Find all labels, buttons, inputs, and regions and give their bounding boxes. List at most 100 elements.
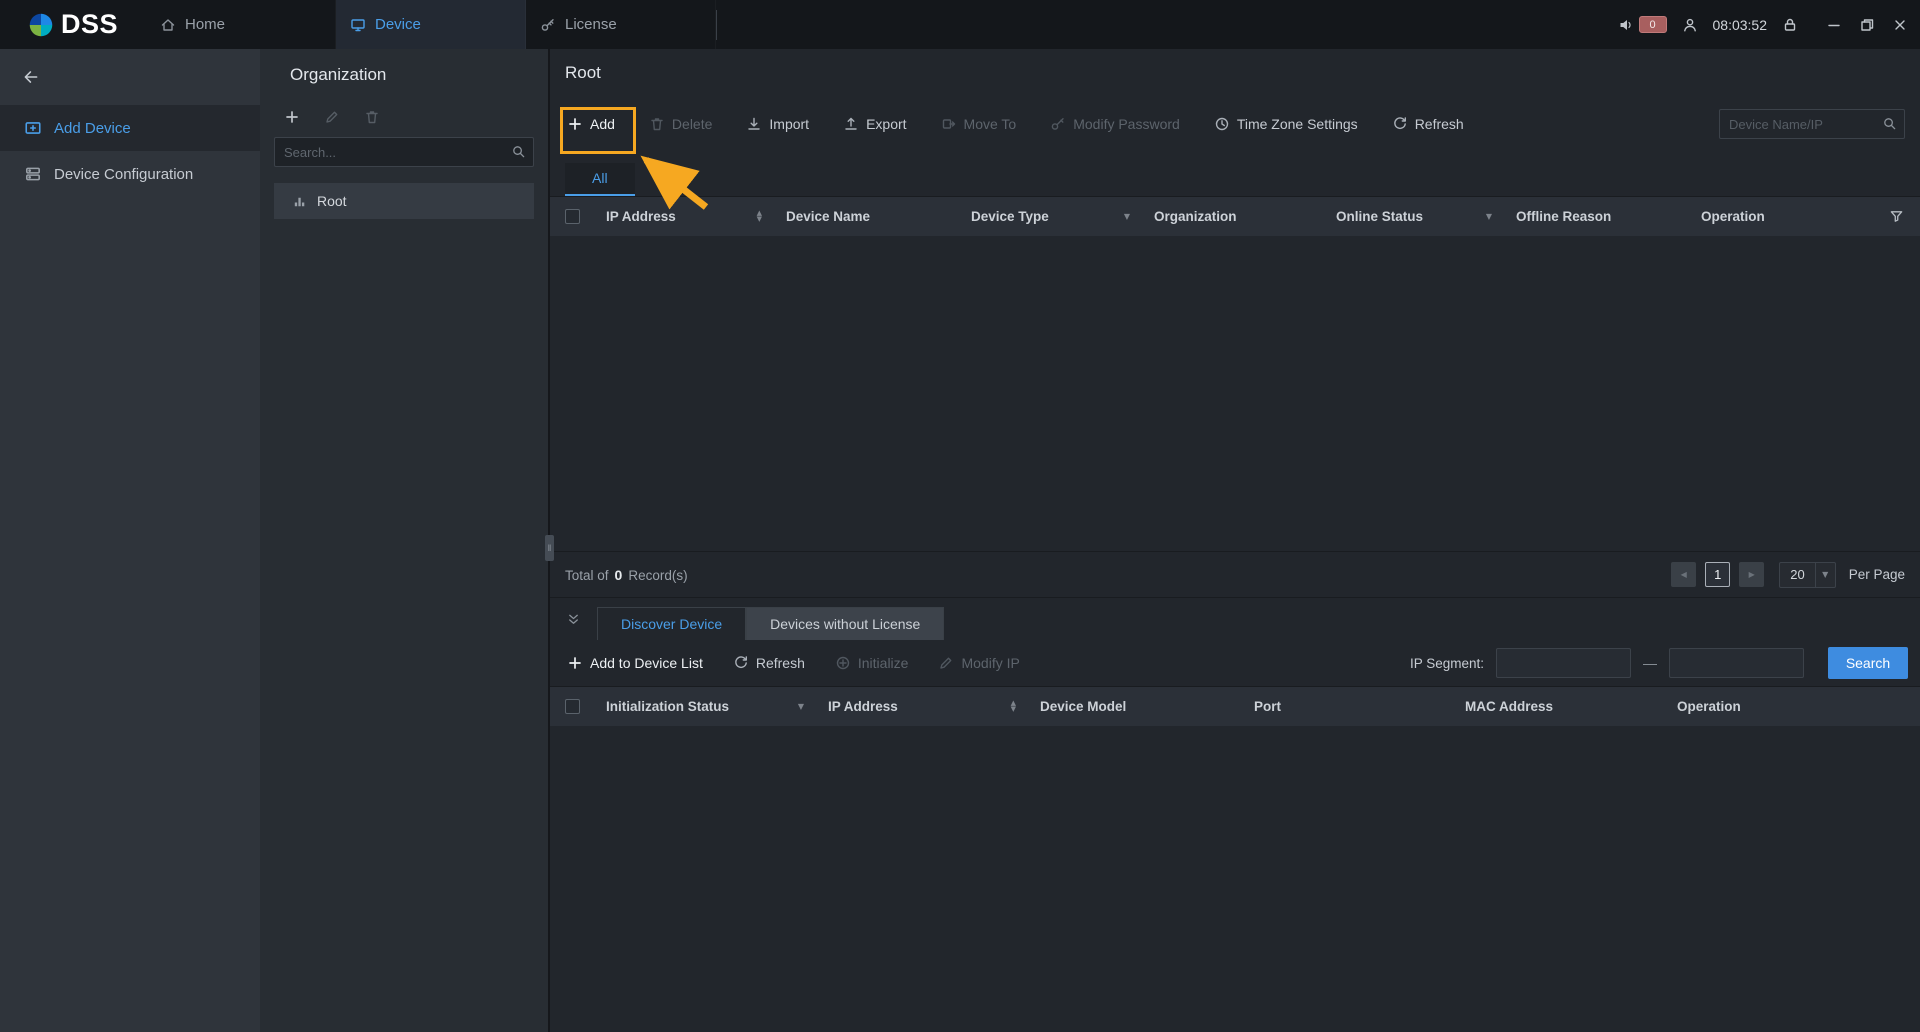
- record-count: Total of 0 Record(s): [565, 567, 688, 583]
- organization-panel: Organization: [260, 49, 550, 1032]
- ip-range-separator: —: [1643, 655, 1657, 671]
- export-button[interactable]: Export: [843, 116, 906, 132]
- next-page-button[interactable]: ▶: [1739, 562, 1764, 587]
- time-zone-settings-button[interactable]: Time Zone Settings: [1214, 116, 1358, 132]
- ip-segment-end-input[interactable]: [1669, 648, 1804, 678]
- ip-segment-start-input[interactable]: [1496, 648, 1631, 678]
- filter-icon[interactable]: [1889, 209, 1904, 224]
- tab-license[interactable]: License: [526, 0, 716, 49]
- discover-table-header: Initialization Status ▼ IP Address ▲▼ De…: [550, 686, 1920, 726]
- collapse-panel-icon[interactable]: [566, 612, 581, 627]
- delete-organization-icon[interactable]: [364, 109, 380, 125]
- add-button[interactable]: Add: [567, 116, 615, 132]
- column-device-name: Device Name: [774, 197, 959, 236]
- total-count: 0: [615, 567, 623, 583]
- ip-segment-group: IP Segment: — Search: [1410, 647, 1908, 679]
- discover-refresh-button[interactable]: Refresh: [733, 655, 805, 671]
- previous-page-button[interactable]: ◀: [1671, 562, 1696, 587]
- plus-icon: [567, 116, 583, 132]
- tab-device-label: Device: [375, 16, 421, 33]
- minimize-icon: [1826, 17, 1842, 33]
- column-mac-address-label: MAC Address: [1465, 699, 1553, 714]
- discover-refresh-label: Refresh: [756, 655, 805, 671]
- home-icon: [160, 17, 176, 33]
- discover-select-all-checkbox[interactable]: [565, 699, 580, 714]
- panel-splitter-handle[interactable]: ‖: [545, 535, 554, 561]
- sort-icon[interactable]: ▲▼: [757, 211, 762, 222]
- import-button-label: Import: [769, 116, 809, 132]
- tab-devices-without-license[interactable]: Devices without License: [746, 607, 944, 640]
- search-icon: [1882, 116, 1897, 131]
- column-device-type: Device Type ▼: [959, 197, 1142, 236]
- trash-icon: [649, 116, 665, 132]
- tree-node-root[interactable]: Root: [274, 183, 534, 219]
- per-page-select[interactable]: 20 ▼: [1779, 562, 1835, 588]
- add-organization-icon[interactable]: [284, 109, 300, 125]
- minimize-button[interactable]: [1817, 0, 1850, 49]
- current-page-button[interactable]: 1: [1705, 562, 1730, 587]
- add-to-device-list-button[interactable]: Add to Device List: [567, 655, 703, 671]
- previous-page-icon: ◀: [1681, 570, 1687, 579]
- column-device-type-label: Device Type: [971, 209, 1049, 224]
- move-to-button[interactable]: Move To: [941, 116, 1017, 132]
- device-search-input[interactable]: [1719, 109, 1905, 139]
- import-icon: [746, 116, 762, 132]
- dropdown-caret-icon[interactable]: ▼: [1124, 212, 1130, 221]
- alarm-sound-icon[interactable]: [1618, 17, 1634, 33]
- refresh-icon: [1392, 116, 1408, 132]
- organization-toolbar: [274, 109, 534, 125]
- titlebar: DSS Home Device License: [0, 0, 1920, 49]
- sidebar-item-device-configuration-label: Device Configuration: [54, 166, 193, 183]
- sidebar-item-device-configuration[interactable]: Device Configuration: [0, 151, 260, 197]
- select-all-checkbox[interactable]: [565, 209, 580, 224]
- edit-organization-icon[interactable]: [324, 109, 340, 125]
- lock-screen-icon[interactable]: [1782, 17, 1798, 33]
- main-content: Root Add Delete Import Export: [550, 49, 1920, 1032]
- page-title: Root: [565, 63, 601, 83]
- column-discover-operation-label: Operation: [1677, 699, 1741, 714]
- tab-discover-device[interactable]: Discover Device: [597, 607, 746, 640]
- dropdown-caret-icon[interactable]: ▼: [1486, 212, 1492, 221]
- column-ip-address: IP Address ▲▼: [594, 197, 774, 236]
- logo-text: DSS: [61, 9, 118, 40]
- sidebar-item-add-device[interactable]: Add Device: [0, 105, 260, 151]
- close-button[interactable]: [1883, 0, 1916, 49]
- tab-device[interactable]: Device: [336, 0, 526, 49]
- column-organization-label: Organization: [1154, 209, 1237, 224]
- delete-button[interactable]: Delete: [649, 116, 712, 132]
- initialize-icon: [835, 655, 851, 671]
- per-page-dropdown: ▼: [1815, 563, 1835, 587]
- total-label: Total of: [565, 568, 609, 583]
- tab-discover-device-label: Discover Device: [621, 616, 722, 632]
- tree-node-root-label: Root: [317, 193, 347, 209]
- pagination-controls: ◀ 1 ▶ 20 ▼ Per Page: [1671, 562, 1905, 588]
- column-operation-label: Operation: [1701, 209, 1765, 224]
- column-discover-operation: Operation: [1665, 687, 1920, 726]
- refresh-button[interactable]: Refresh: [1392, 116, 1464, 132]
- tab-all[interactable]: All: [565, 163, 635, 196]
- system-clock: 08:03:52: [1713, 17, 1768, 33]
- add-device-icon: [24, 119, 42, 137]
- tab-home[interactable]: Home: [146, 0, 336, 49]
- discover-select-all-cell: [550, 687, 594, 726]
- import-button[interactable]: Import: [746, 116, 809, 132]
- sort-icon[interactable]: ▲▼: [1011, 701, 1016, 712]
- per-page-label: Per Page: [1849, 567, 1905, 582]
- initialize-label: Initialize: [858, 655, 909, 671]
- initialize-button[interactable]: Initialize: [835, 655, 909, 671]
- back-button[interactable]: [0, 49, 260, 105]
- user-icon[interactable]: [1682, 17, 1698, 33]
- modify-ip-button[interactable]: Modify IP: [938, 655, 1019, 671]
- column-initialization-status-label: Initialization Status: [606, 699, 729, 714]
- maximize-button[interactable]: [1850, 0, 1883, 49]
- organization-search-input[interactable]: [274, 137, 534, 167]
- column-discover-ip-address-label: IP Address: [828, 699, 898, 714]
- sidebar: Add Device Device Configuration: [0, 49, 260, 1032]
- tab-divider: [716, 10, 717, 40]
- titlebar-right-controls: 0 08:03:52: [1618, 0, 1920, 49]
- modify-password-button-label: Modify Password: [1073, 116, 1180, 132]
- export-button-label: Export: [866, 116, 906, 132]
- modify-password-button[interactable]: Modify Password: [1050, 116, 1180, 132]
- ip-search-button[interactable]: Search: [1828, 647, 1908, 679]
- dropdown-caret-icon[interactable]: ▼: [798, 702, 804, 711]
